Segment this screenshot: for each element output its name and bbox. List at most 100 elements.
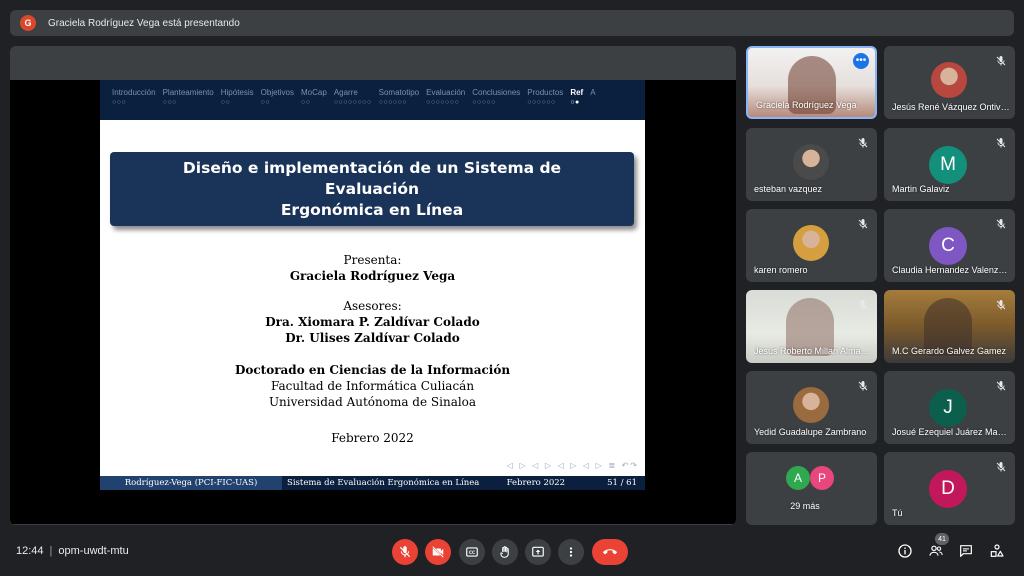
mic-muted-icon [857,379,869,391]
meeting-details-button[interactable] [896,542,914,560]
slide-nav-dots: ○○○ [112,99,127,106]
participant-tile[interactable]: Graciela Rodríguez Vega ••• [746,46,877,119]
participant-name: esteban vazquez [754,184,823,194]
participant-tile[interactable]: karen romero [746,209,877,282]
slide-nav-label: Ref [570,88,584,97]
slide-nav-label: Agarre [333,88,358,97]
participant-tile[interactable]: C Claudia Hernandez Valenzuela [884,209,1015,282]
slide-title: Diseño e implementación de un Sistema de… [137,158,607,221]
chat-button[interactable] [957,542,975,560]
slide-nav-label: A [590,88,596,97]
advisor-2: Dr. Ulises Zaldívar Colado [285,331,460,345]
slide: Introducción ○○○ Planteamiento ○○○ Hipótesis… [100,80,645,490]
slide-footer: Rodríguez-Vega (PCI-FIC-UAS) Sistema de … [100,476,645,490]
slide-nav-dots: ○○ [260,99,271,106]
footer-page: 51 / 61 [607,478,637,488]
info-icon [898,544,912,558]
participant-tile[interactable]: A P 29 más [746,452,877,525]
slide-nav-section: Conclusiones ○○○○○ [472,88,520,120]
presenter-name: Graciela Rodríguez Vega [289,269,456,283]
participant-name: Josué Ezequiel Juárez Manjarrez [892,427,1010,437]
presentation-stage[interactable]: Introducción ○○○ Planteamiento ○○○ Hipótesis… [10,46,736,525]
captions-button[interactable]: CC [459,539,485,565]
slide-nav-section: Evaluación ○○○○○○○ [426,88,465,120]
activities-icon [990,544,1004,557]
mic-muted-icon [857,136,869,148]
chat-icon [960,545,972,557]
slide-nav-label: Hipótesis [220,88,254,97]
mic-muted-icon [995,298,1007,310]
participant-tile[interactable]: Jesus Roberto Millan Almaraz [746,290,877,363]
mic-toggle-button[interactable] [392,539,418,565]
participant-avatar: A [786,466,810,490]
footer-author: Rodríguez-Vega (PCI-FIC-UAS) [100,476,282,490]
slide-nav-section: Productos ○○○○○○ [527,88,563,120]
tile-more-options-icon[interactable]: ••• [853,53,869,69]
participant-avatar: M [929,146,967,184]
advisor-1: Dra. Xiomara P. Zaldívar Colado [265,315,480,329]
participant-name: Martin Galaviz [892,184,950,194]
meeting-code: opm-uwdt-mtu [58,545,129,557]
participant-tile[interactable]: Yedid Guadalupe Zambrano [746,371,877,444]
more-vert-icon [569,547,573,557]
participant-name: Yedid Guadalupe Zambrano [754,427,867,437]
raise-hand-button[interactable] [492,539,518,565]
university-name: Universidad Autónoma de Sinaloa [268,395,477,409]
slide-title-line2: Ergonómica en Línea [280,200,464,219]
slide-navigation-bar: Introducción ○○○ Planteamiento ○○○ Hipótesis… [100,80,645,120]
presenta-label: Presenta: [343,253,402,267]
meet-window: G Graciela Rodríguez Vega está presentan… [0,0,1024,576]
mic-muted-icon [857,217,869,229]
slide-nav-label: Conclusiones [472,88,521,97]
bottom-control-bar: 12:44 | opm-uwdt-mtu CC [0,530,1024,576]
slide-nav-section: Planteamiento ○○○ [163,88,214,120]
camera-off-icon [432,546,444,558]
slide-nav-label: Productos [527,88,564,97]
presenting-banner: G Graciela Rodríguez Vega está presentan… [10,10,1014,36]
mic-muted-icon [995,217,1007,229]
hand-icon [500,546,509,558]
participant-photo [793,225,829,261]
slide-nav-dots: ○○○ [162,99,177,106]
people-icon [929,545,943,556]
participant-tile[interactable]: M.C Gerardo Galvez Gamez [884,290,1015,363]
participant-name: karen romero [754,265,808,275]
more-options-button[interactable] [558,539,584,565]
present-now-button[interactable] [525,539,551,565]
participant-tile[interactable]: JJosué Ezequiel Juárez Manjarrez [884,371,1015,444]
camera-toggle-button[interactable] [425,539,451,565]
info-separator: | [49,545,53,557]
participant-tile[interactable]: D Tú [884,452,1015,525]
participant-name: M.C Gerardo Galvez Gamez [892,346,1007,356]
participant-avatar: J [929,389,967,427]
asesores-label: Asesores: [343,299,402,313]
participant-photo [931,62,967,98]
slide-nav-section: Introducción ○○○ [112,88,156,120]
participant-tile[interactable]: esteban vazquez [746,128,877,201]
slide-nav-section: Somatotipo ○○○○○○ [379,88,419,120]
footer-info: Sistema de Evaluación Ergonómica en Líne… [282,476,645,490]
faculty-name: Facultad de Informática Culiacán [270,379,475,393]
slide-nav-section: Objetivos ○○ [261,88,294,120]
slide-nav-dots: ○○○○○○○○ [333,99,372,106]
slide-nav-label: Somatotipo [378,88,420,97]
slide-nav-section: Agarre ○○○○○○○○ [334,88,372,120]
participant-tile[interactable]: M Martin Galaviz [884,128,1015,201]
slide-date: Febrero 2022 [331,431,414,445]
mic-muted-icon [995,460,1007,472]
activities-button[interactable] [988,542,1006,560]
participant-tile[interactable]: Jesús René Vázquez Ontiveros [884,46,1015,119]
slide-nav-dots: ○○○○○○ [527,99,556,106]
participant-count-badge: 41 [935,533,949,545]
mic-muted-icon [995,136,1007,148]
present-screen-icon [532,546,544,557]
slide-nav-dots: ○○○○○○ [378,99,408,106]
slide-nav-dots: ○○ [301,99,311,106]
slide-nav-section: Ref ○● [570,88,583,120]
presenter-avatar: G [20,15,36,31]
slide-nav-label: Objetivos [260,88,295,97]
leave-call-button[interactable] [592,539,628,565]
participant-photo [793,144,829,180]
slide-nav-label: Planteamiento [162,88,214,97]
slide-nav-section: A [590,88,595,120]
